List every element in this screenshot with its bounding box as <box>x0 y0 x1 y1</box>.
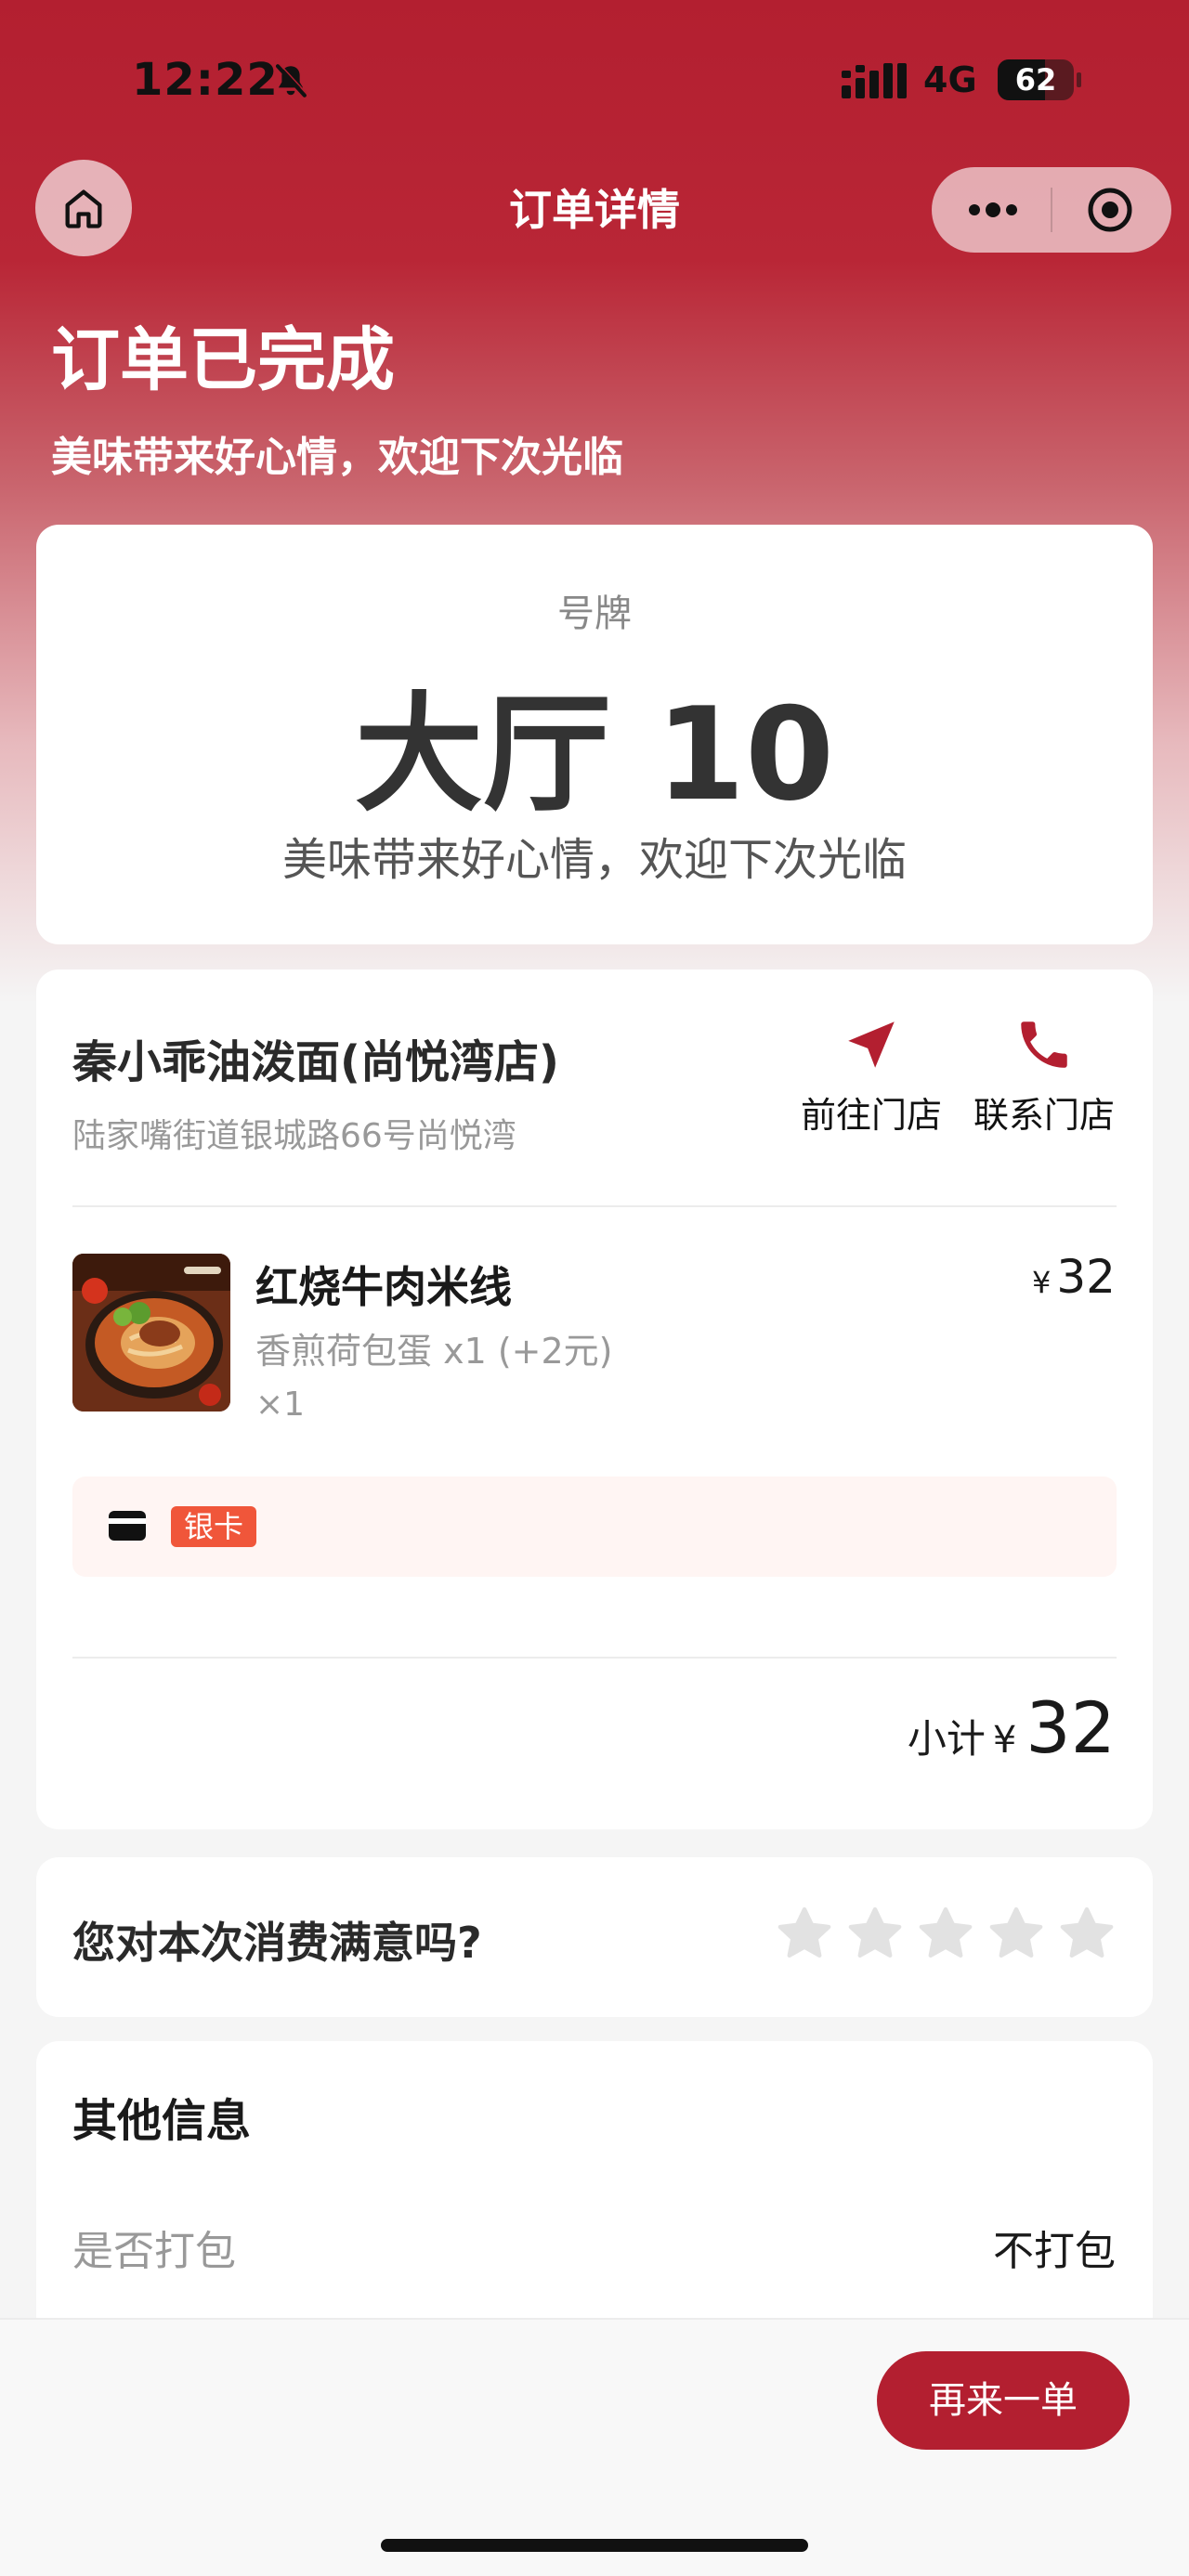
phone-icon <box>1021 1021 1067 1068</box>
ticket-label: 号牌 <box>557 592 632 635</box>
reorder-button[interactable]: 再来一单 <box>877 2351 1130 2450</box>
star-rating <box>774 1904 1117 1967</box>
item-spec: 香煎荷包蛋 x1 (+2元) <box>255 1331 613 1372</box>
item-thumbnail <box>72 1254 230 1412</box>
item-quantity: ×1 <box>255 1386 306 1424</box>
home-indicator <box>381 2539 808 2552</box>
store-address: 陆家嘴街道银城路66号尚悦湾 <box>72 1117 516 1155</box>
status-time: 12:22 <box>132 54 279 106</box>
star-icon[interactable] <box>915 1904 976 1965</box>
other-info-title: 其他信息 <box>72 2095 252 2147</box>
subtotal-label: 小计 <box>907 1716 986 1762</box>
bell-muted-icon <box>275 63 307 98</box>
subtotal-currency: ¥ <box>992 1719 1017 1762</box>
member-level-badge: 银卡 <box>171 1506 257 1547</box>
rating-question: 您对本次消费满意吗? <box>72 1918 482 1968</box>
membership-discount-row: 银卡 <box>72 1477 1117 1577</box>
order-slogan: 美味带来好心情，欢迎下次光临 <box>51 434 623 481</box>
star-icon[interactable] <box>986 1904 1047 1965</box>
ticket-number: 大厅 10 <box>354 680 835 829</box>
close-target-icon[interactable] <box>1086 186 1134 234</box>
packing-label: 是否打包 <box>72 2228 236 2275</box>
star-icon[interactable] <box>1056 1904 1117 1965</box>
item-price-currency: ¥ <box>1032 1265 1052 1300</box>
navigate-store-label: 前往门店 <box>800 1095 942 1136</box>
store-name: 秦小乖油泼面(尚悦湾店) <box>72 1036 559 1088</box>
order-status: 订单已完成 <box>51 320 395 400</box>
star-icon[interactable] <box>844 1904 906 1965</box>
member-card-icon <box>109 1511 146 1541</box>
signal-icon <box>842 63 907 98</box>
divider <box>72 1657 1117 1659</box>
network-type: 4G <box>923 59 977 100</box>
status-bar: 12:22 4G 62 <box>0 0 1189 158</box>
divider <box>72 1205 1117 1207</box>
call-store-button[interactable]: 联系门店 <box>970 1014 1118 1138</box>
item-name: 红烧牛肉米线 <box>255 1262 512 1312</box>
battery-indicator: 62 <box>998 59 1081 100</box>
miniprogram-capsule <box>932 167 1171 253</box>
ticket-slogan: 美味带来好心情，欢迎下次光临 <box>281 834 907 886</box>
battery-percent: 62 <box>1014 62 1057 98</box>
subtotal: 小计 ¥ 32 <box>908 1686 1116 1769</box>
navigation-arrow-icon <box>848 1021 895 1068</box>
call-store-label: 联系门店 <box>973 1095 1115 1136</box>
packing-value: 不打包 <box>993 2228 1116 2275</box>
subtotal-value: 32 <box>1026 1686 1116 1769</box>
star-icon[interactable] <box>774 1904 835 1965</box>
navigate-store-button[interactable]: 前往门店 <box>797 1014 946 1138</box>
item-price: ¥32 <box>1032 1250 1116 1304</box>
more-icon[interactable] <box>965 191 1021 228</box>
item-price-value: 32 <box>1056 1250 1116 1304</box>
